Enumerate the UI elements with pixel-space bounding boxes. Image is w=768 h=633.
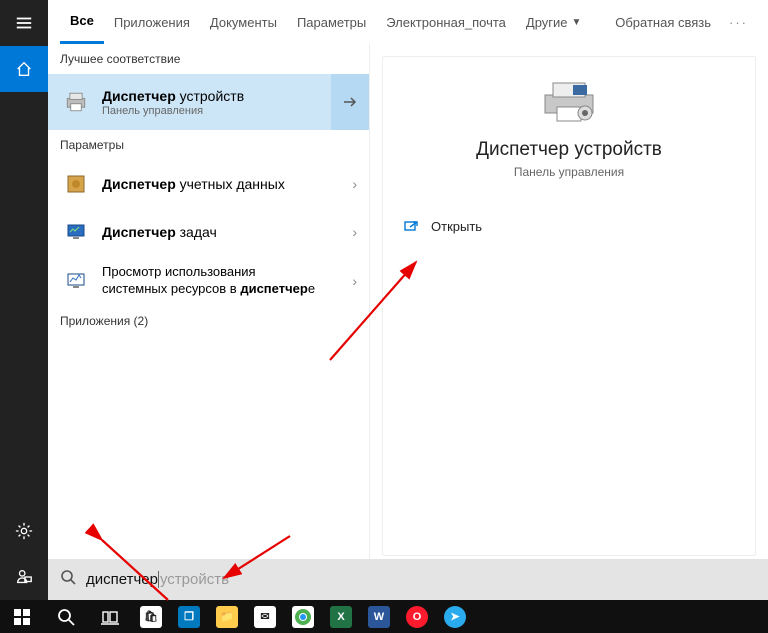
result-title-bold: Диспетчер bbox=[102, 88, 176, 104]
results-area: Лучшее соответствие Диспетчер устройств … bbox=[48, 44, 768, 559]
taskbar-app-store[interactable]: 🛍 bbox=[132, 605, 170, 629]
result-title-rest: устройств bbox=[176, 88, 244, 104]
chevron-right-icon: › bbox=[352, 273, 357, 289]
taskbar-app-trello[interactable]: ❐ bbox=[170, 605, 208, 629]
expand-arrow-button[interactable] bbox=[331, 74, 369, 130]
chevron-right-icon: › bbox=[352, 176, 357, 192]
safe-icon bbox=[60, 168, 92, 200]
action-open[interactable]: Открыть bbox=[403, 213, 735, 240]
chevron-down-icon: ▼ bbox=[572, 17, 582, 28]
result-subtitle: Панель управления bbox=[102, 105, 325, 117]
result-task-manager[interactable]: Диспетчер задач › bbox=[48, 208, 369, 256]
tab-documents[interactable]: Документы bbox=[200, 0, 287, 44]
task-view-button[interactable] bbox=[88, 600, 132, 633]
section-settings: Параметры bbox=[48, 130, 369, 160]
result-resource-monitor[interactable]: Просмотр использования системных ресурсо… bbox=[48, 256, 369, 306]
preview-pane: Диспетчер устройств Панель управления От… bbox=[370, 44, 768, 559]
section-apps: Приложения (2) bbox=[48, 306, 369, 336]
preview-title: Диспетчер устройств bbox=[476, 139, 662, 161]
home-button[interactable] bbox=[0, 46, 48, 92]
taskbar-search-button[interactable] bbox=[44, 600, 88, 633]
results-list: Лучшее соответствие Диспетчер устройств … bbox=[48, 44, 370, 559]
tab-all[interactable]: Все bbox=[60, 0, 104, 44]
preview-card: Диспетчер устройств Панель управления От… bbox=[382, 56, 756, 556]
hamburger-button[interactable] bbox=[0, 0, 48, 46]
filter-tabs: Все Приложения Документы Параметры Элект… bbox=[48, 0, 768, 44]
tab-settings[interactable]: Параметры bbox=[287, 0, 376, 44]
search-suggestion-text: устройств bbox=[158, 571, 229, 588]
taskbar-app-mail[interactable]: ✉ bbox=[246, 605, 284, 629]
taskbar-app-chrome[interactable] bbox=[284, 605, 322, 629]
tab-more[interactable]: Другие▼ bbox=[516, 0, 592, 44]
tab-feedback[interactable]: Обратная связь bbox=[605, 0, 721, 44]
action-open-label: Открыть bbox=[431, 219, 482, 234]
open-icon bbox=[403, 220, 421, 234]
left-rail bbox=[0, 0, 48, 600]
taskbar-app-explorer[interactable]: 📁 bbox=[208, 605, 246, 629]
taskbar-app-telegram[interactable]: ➤ bbox=[436, 605, 474, 629]
monitor-chart-icon bbox=[60, 265, 92, 297]
taskbar-app-excel[interactable]: X bbox=[322, 605, 360, 629]
preview-subtitle: Панель управления bbox=[514, 165, 624, 179]
search-icon bbox=[60, 569, 76, 590]
account-button[interactable] bbox=[0, 554, 48, 600]
start-button[interactable] bbox=[0, 600, 44, 633]
printer-icon bbox=[60, 86, 92, 118]
chevron-right-icon: › bbox=[352, 224, 357, 240]
more-options-button[interactable]: ··· bbox=[721, 15, 756, 30]
taskbar-app-word[interactable]: W bbox=[360, 605, 398, 629]
taskbar-app-opera[interactable]: O bbox=[398, 605, 436, 629]
section-best-match: Лучшее соответствие bbox=[48, 44, 369, 74]
monitor-icon bbox=[60, 216, 92, 248]
result-credential-manager[interactable]: Диспетчер учетных данных › bbox=[48, 160, 369, 208]
device-manager-large-icon bbox=[537, 77, 601, 125]
tab-apps[interactable]: Приложения bbox=[104, 0, 200, 44]
search-input-row[interactable]: диспетчер устройств bbox=[48, 559, 768, 600]
search-typed-text: диспетчер bbox=[86, 571, 158, 588]
result-device-manager[interactable]: Диспетчер устройств Панель управления bbox=[48, 74, 369, 130]
tab-email[interactable]: Электронная_почта bbox=[376, 0, 516, 44]
settings-gear-button[interactable] bbox=[0, 508, 48, 554]
taskbar: 🛍 ❐ 📁 ✉ X W O ➤ bbox=[0, 600, 768, 633]
